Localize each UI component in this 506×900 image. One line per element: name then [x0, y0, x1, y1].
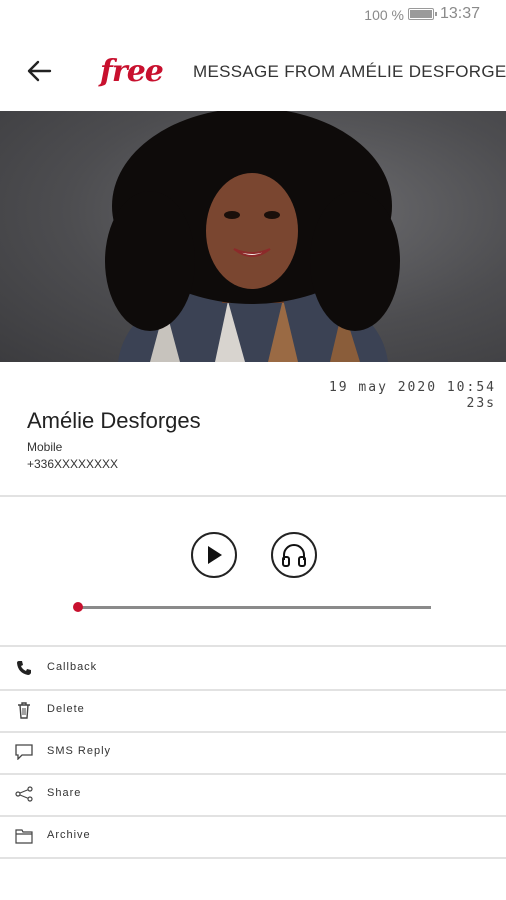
phone-icon: [14, 658, 34, 678]
page-title: MESSAGE FROM AMÉLIE DESFORGES: [193, 62, 506, 81]
free-logo: free: [100, 54, 164, 89]
back-button[interactable]: [22, 54, 56, 88]
action-label: Callback: [47, 661, 98, 673]
action-sms-reply[interactable]: SMS Reply: [0, 731, 506, 773]
action-label: Delete: [47, 703, 85, 715]
action-archive[interactable]: Archive: [0, 815, 506, 857]
message-datetime: 19 may 2020 10:54 23s: [329, 380, 496, 412]
contact-number[interactable]: +336XXXXXXXX: [27, 457, 118, 471]
contact-photo-illustration: [105, 111, 400, 362]
battery-icon: [408, 8, 437, 20]
headphones-icon: [282, 544, 306, 567]
action-label: Share: [47, 787, 82, 799]
play-icon: [208, 546, 222, 564]
share-icon: [14, 784, 34, 804]
contact-type: Mobile: [27, 440, 63, 454]
playback-progress-knob[interactable]: [73, 602, 83, 612]
action-label: SMS Reply: [47, 745, 112, 757]
archive-icon: [14, 826, 34, 846]
action-share[interactable]: Share: [0, 773, 506, 815]
divider: [0, 857, 506, 859]
playback-progress-track[interactable]: [77, 606, 431, 609]
play-button[interactable]: [191, 532, 237, 578]
status-bar: 100 % 13:37: [0, 0, 506, 28]
divider: [0, 495, 506, 497]
action-label: Archive: [47, 829, 91, 841]
action-callback[interactable]: Callback: [0, 647, 506, 689]
battery-percentage: 100 %: [364, 7, 404, 23]
status-clock: 13:37: [439, 5, 480, 22]
back-arrow-icon: [27, 60, 52, 82]
message-duration: 23s: [466, 396, 496, 411]
chat-icon: [14, 742, 34, 762]
app-bar: free MESSAGE FROM AMÉLIE DESFORGES: [0, 40, 506, 100]
contact-photo: [0, 111, 506, 362]
contact-name: Amélie Desforges: [27, 408, 201, 433]
trash-icon: [14, 700, 34, 720]
action-delete[interactable]: Delete: [0, 689, 506, 731]
message-date: 19 may 2020 10:54: [328, 380, 496, 395]
headphones-button[interactable]: [271, 532, 317, 578]
